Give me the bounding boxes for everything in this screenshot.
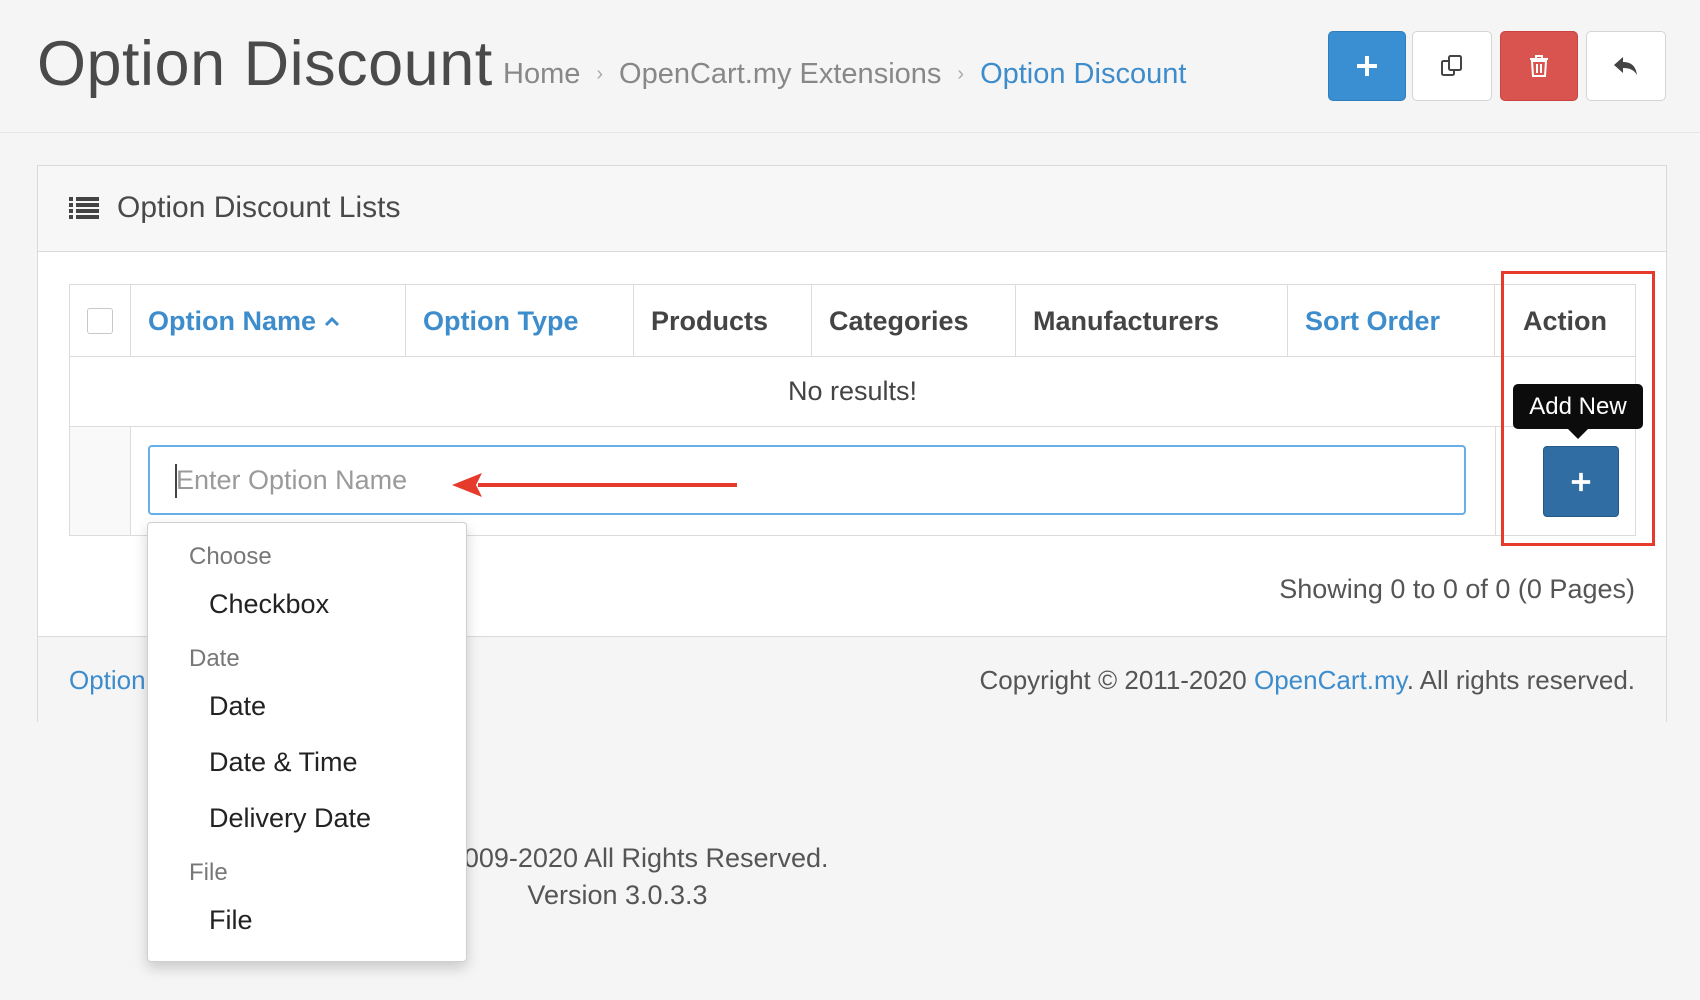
breadcrumb-home[interactable]: Home bbox=[503, 58, 580, 91]
panel-title: Option Discount Lists bbox=[117, 191, 401, 224]
annotation-highlight-box bbox=[1501, 271, 1655, 546]
breadcrumb-extensions[interactable]: OpenCart.my Extensions bbox=[619, 58, 941, 91]
dropdown-option[interactable]: Checkbox bbox=[209, 589, 329, 620]
reply-icon bbox=[1614, 57, 1637, 75]
dropdown-option[interactable]: Date & Time bbox=[209, 747, 358, 778]
column-manufacturers: Manufacturers bbox=[1016, 285, 1288, 357]
plus-icon bbox=[1357, 56, 1377, 76]
copyright-suffix: . All rights reserved. bbox=[1406, 665, 1635, 695]
add-option-row bbox=[70, 427, 1635, 535]
copyright-prefix: Copyright © 2011-2020 bbox=[979, 665, 1254, 695]
dropdown-option[interactable]: File bbox=[209, 905, 253, 936]
breadcrumb-current[interactable]: Option Discount bbox=[980, 58, 1186, 91]
copy-icon bbox=[1441, 55, 1462, 76]
column-categories: Categories bbox=[812, 285, 1016, 357]
table-header-row: Option Name Option Type Products Categor… bbox=[70, 285, 1635, 357]
panel-heading: Option Discount Lists bbox=[38, 166, 1666, 252]
chevron-up-icon bbox=[324, 316, 340, 327]
option-autocomplete-dropdown: Choose Checkbox Date Date Date & Time De… bbox=[147, 522, 467, 962]
copy-button[interactable] bbox=[1412, 31, 1492, 101]
copyright-text: Copyright © 2011-2020 OpenCart.my. All r… bbox=[979, 665, 1635, 696]
pagination-info: Showing 0 to 0 of 0 (0 Pages) bbox=[1279, 574, 1635, 604]
opencart-my-link[interactable]: OpenCart.my bbox=[1254, 665, 1407, 695]
dropdown-group-label: Date bbox=[189, 645, 240, 672]
page-header: Option Discount Home › OpenCart.my Exten… bbox=[0, 0, 1700, 133]
empty-results-row: No results! bbox=[70, 357, 1635, 427]
dropdown-group-label: File bbox=[189, 859, 228, 886]
rights-text: © 2009-2020 All Rights Reserved. bbox=[413, 843, 829, 873]
text-caret bbox=[175, 464, 177, 498]
breadcrumb-separator: › bbox=[957, 63, 965, 85]
column-sort-order[interactable]: Sort Order bbox=[1288, 285, 1495, 357]
select-all-cell bbox=[70, 285, 131, 357]
annotation-arrow-icon bbox=[452, 473, 737, 497]
dropdown-option[interactable]: Delivery Date bbox=[209, 803, 371, 834]
delete-button[interactable] bbox=[1500, 31, 1578, 101]
trash-icon bbox=[1530, 55, 1548, 77]
column-label: Option Name bbox=[148, 305, 317, 336]
back-button[interactable] bbox=[1586, 31, 1666, 101]
breadcrumb-separator: › bbox=[596, 63, 604, 85]
dropdown-group-label: Choose bbox=[189, 543, 272, 570]
row-spacer bbox=[70, 427, 131, 535]
add-button[interactable] bbox=[1328, 31, 1406, 101]
option-discount-table: Option Name Option Type Products Categor… bbox=[69, 284, 1636, 536]
dropdown-option[interactable]: Date bbox=[209, 691, 266, 722]
list-icon bbox=[69, 197, 99, 219]
footer-option-link[interactable]: Option bbox=[69, 665, 146, 696]
column-products: Products bbox=[634, 285, 812, 357]
select-all-checkbox[interactable] bbox=[87, 308, 113, 334]
column-option-type[interactable]: Option Type bbox=[406, 285, 634, 357]
page-title: Option Discount bbox=[37, 29, 493, 99]
column-option-name[interactable]: Option Name bbox=[131, 285, 406, 357]
option-name-input[interactable] bbox=[148, 445, 1466, 515]
breadcrumb: Home › OpenCart.my Extensions › Option D… bbox=[503, 58, 1186, 91]
